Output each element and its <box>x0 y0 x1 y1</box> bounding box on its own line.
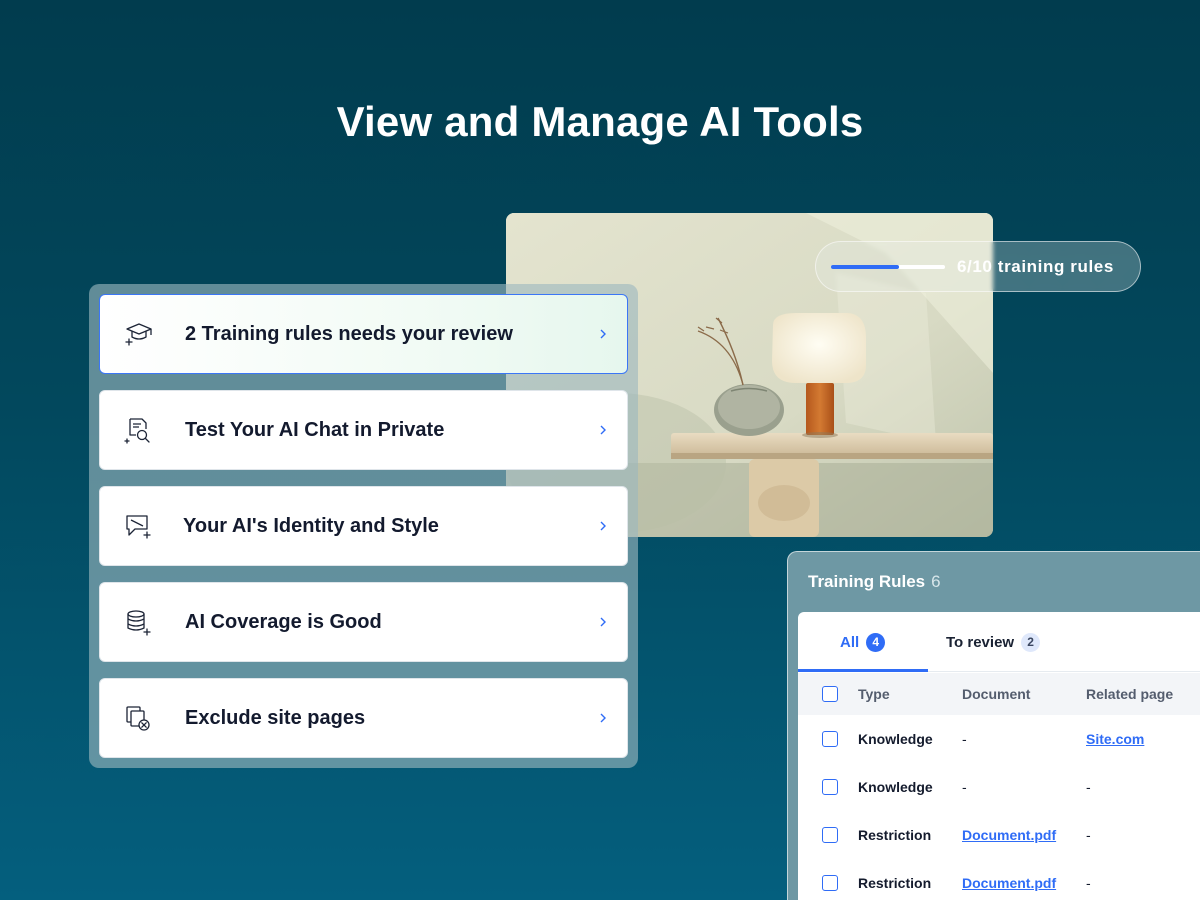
row-type: Knowledge <box>858 731 933 747</box>
tab-count-badge: 4 <box>866 633 886 652</box>
row-checkbox[interactable] <box>822 827 838 843</box>
row-related-page: - <box>1086 779 1091 795</box>
menu-item-label: 2 Training rules needs your review <box>185 322 513 345</box>
progress-label: 6/10 training rules <box>957 256 1114 276</box>
menu-item-ai-coverage[interactable]: AI Coverage is Good <box>99 582 628 662</box>
training-rules-count: 6 <box>931 572 941 591</box>
progress-track <box>831 264 945 269</box>
chat-identity-icon <box>123 511 153 541</box>
tab-label: All <box>840 634 860 651</box>
document-search-icon <box>123 415 153 445</box>
menu-item-label: Test Your AI Chat in Private <box>185 418 445 441</box>
menu-item-exclude-pages[interactable]: Exclude site pages <box>99 678 628 758</box>
row-related-page-link[interactable]: Site.com <box>1086 731 1144 747</box>
table-row[interactable]: Restriction Document.pdf - <box>798 811 1200 859</box>
training-rules-panel: Training Rules 6 All 4 To review 2 Type … <box>787 551 1200 900</box>
table-row[interactable]: Knowledge - - <box>798 763 1200 811</box>
row-document: - <box>962 779 967 795</box>
graduation-cap-sparkle-icon <box>123 319 153 349</box>
page-title: View and Manage AI Tools <box>336 98 864 145</box>
row-document-link[interactable]: Document.pdf <box>962 827 1056 843</box>
active-tab-indicator <box>798 669 928 672</box>
tab-to-review[interactable]: To review 2 <box>946 633 1041 652</box>
menu-item-training-review[interactable]: 2 Training rules needs your review <box>99 294 628 374</box>
tab-label: To review <box>946 634 1015 651</box>
chevron-right-icon <box>600 713 606 723</box>
training-rules-header: Training Rules 6 <box>788 552 1200 612</box>
row-type: Restriction <box>858 827 932 843</box>
pages-exclude-icon <box>123 703 153 733</box>
row-type: Restriction <box>858 875 932 891</box>
menu-item-test-chat[interactable]: Test Your AI Chat in Private <box>99 390 628 470</box>
row-document-link[interactable]: Document.pdf <box>962 875 1056 891</box>
tab-all[interactable]: All 4 <box>840 633 886 652</box>
chevron-right-icon <box>600 425 606 435</box>
table-row[interactable]: Restriction Document.pdf - <box>798 859 1200 900</box>
training-progress: 6/10 training rules <box>815 241 1141 292</box>
chevron-right-icon <box>600 521 606 531</box>
select-all-checkbox[interactable] <box>822 686 838 702</box>
chevron-right-icon <box>600 617 606 627</box>
menu-item-label: Exclude site pages <box>185 706 366 729</box>
row-checkbox[interactable] <box>822 875 838 891</box>
row-related-page: - <box>1086 875 1091 891</box>
menu-item-identity-style[interactable]: Your AI's Identity and Style <box>99 486 628 566</box>
database-sparkle-icon <box>123 607 153 637</box>
row-document: - <box>962 731 967 747</box>
row-checkbox[interactable] <box>822 731 838 747</box>
row-related-page: - <box>1086 827 1091 843</box>
training-rules-table: All 4 To review 2 Type Document Related … <box>798 612 1200 900</box>
table-row[interactable]: Knowledge - Site.com <box>798 715 1200 763</box>
tab-count-badge: 2 <box>1021 633 1041 652</box>
table-header: Type Document Related page <box>798 673 1200 715</box>
row-checkbox[interactable] <box>822 779 838 795</box>
progress-fill <box>831 264 900 269</box>
column-header-type: Type <box>858 686 890 702</box>
menu-item-label: Your AI's Identity and Style <box>183 514 439 537</box>
column-header-document: Document <box>962 686 1031 702</box>
row-type: Knowledge <box>858 779 933 795</box>
column-header-related-page: Related page <box>1086 686 1174 702</box>
chevron-right-icon <box>600 329 606 339</box>
ai-tools-menu: 2 Training rules needs your review Test … <box>89 284 638 768</box>
rules-tabs: All 4 To review 2 <box>798 612 1200 672</box>
training-rules-title: Training Rules <box>808 572 926 591</box>
menu-item-label: AI Coverage is Good <box>185 610 382 633</box>
